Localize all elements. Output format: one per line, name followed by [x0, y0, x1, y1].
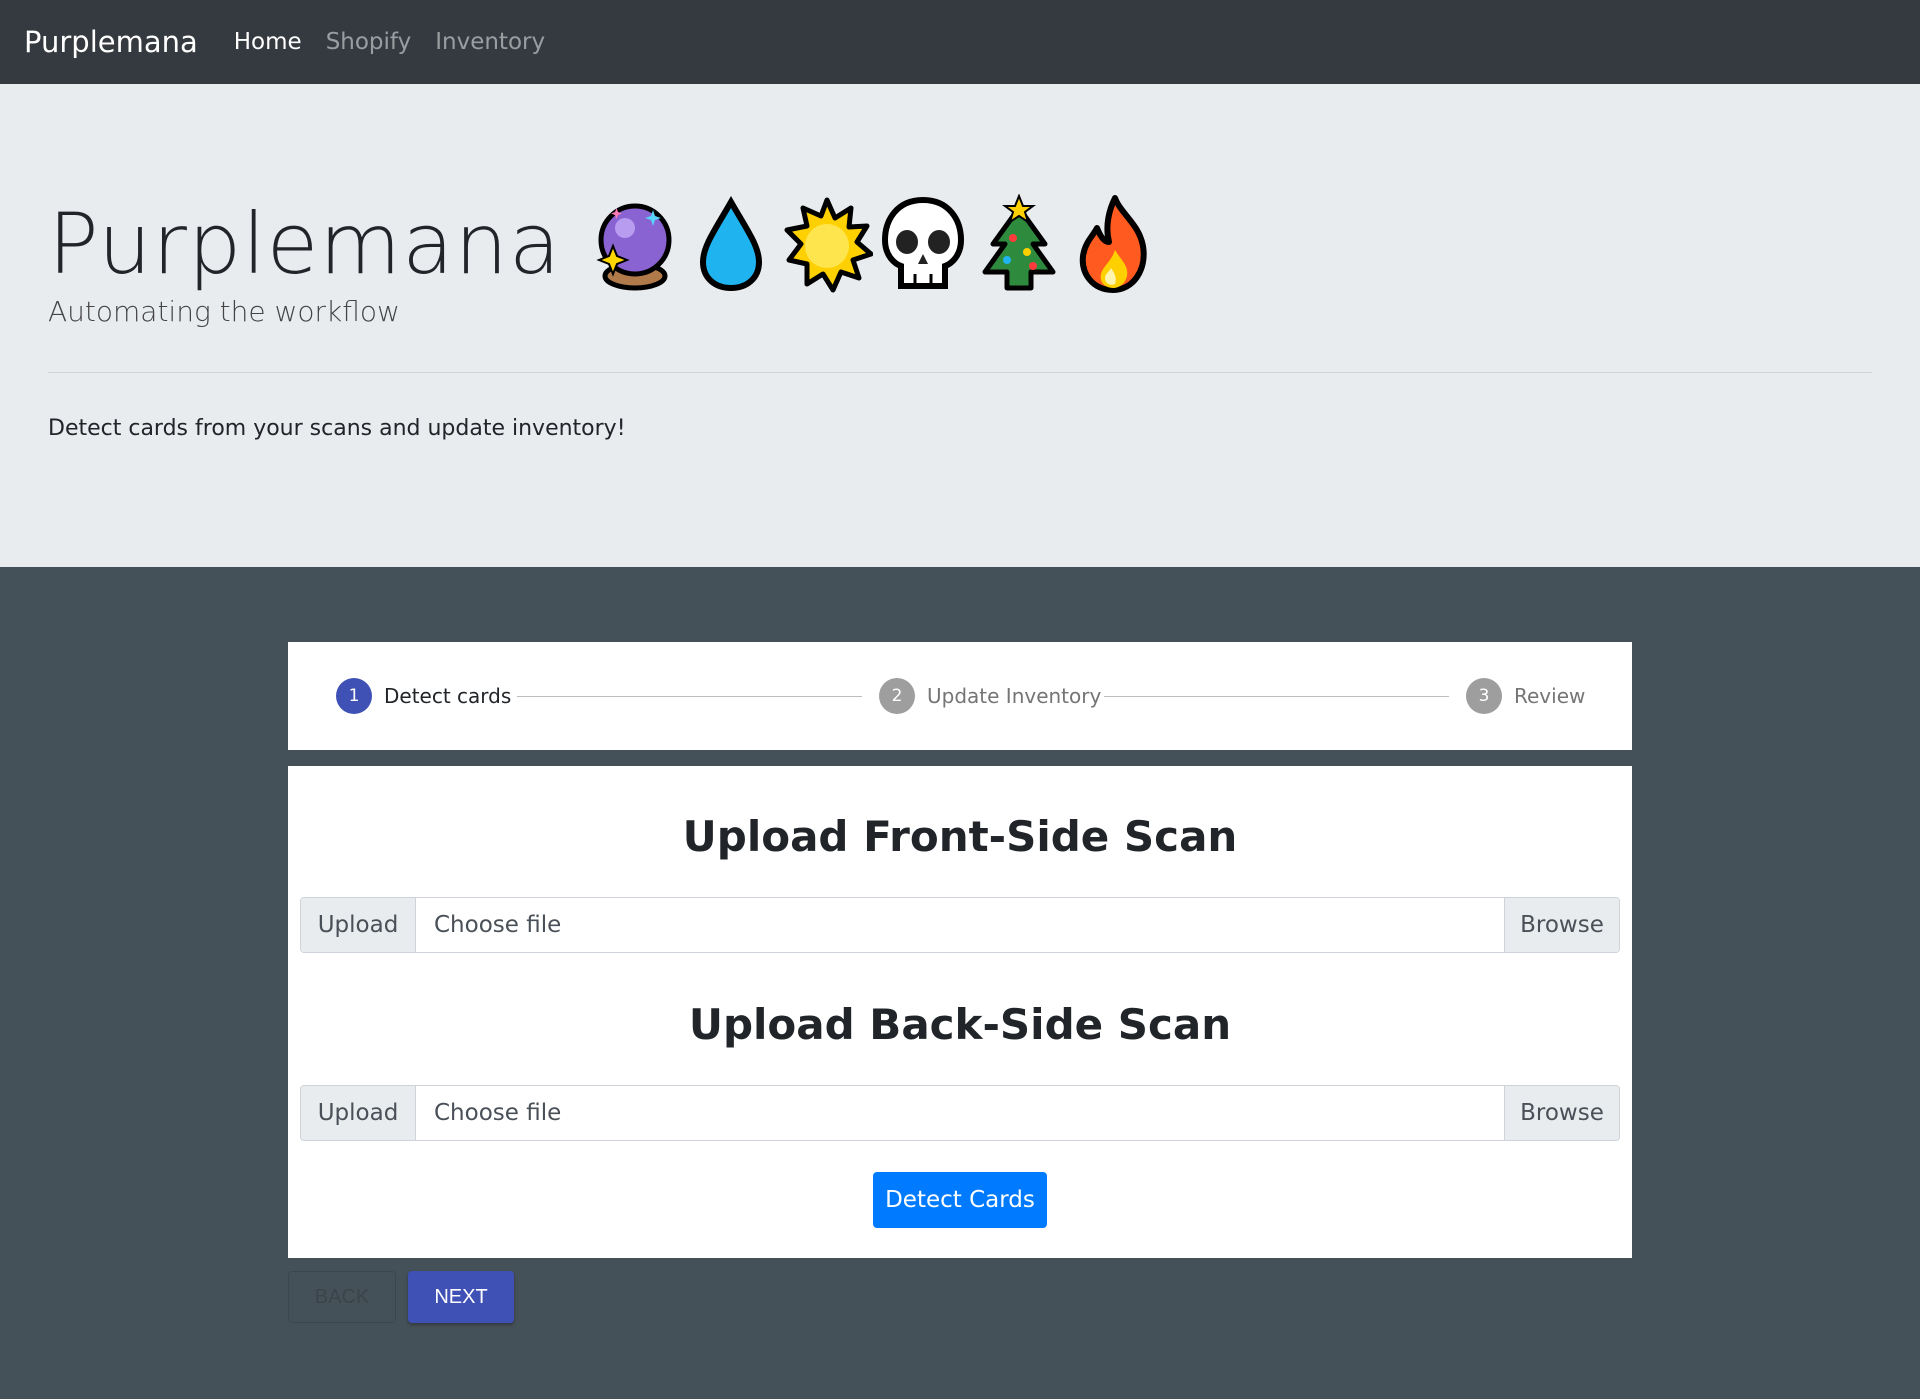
file-name-field[interactable]: Choose file	[416, 1086, 1504, 1140]
navbar: Purplemana Home Shopify Inventory	[0, 0, 1920, 84]
step-label: Detect cards	[384, 684, 512, 708]
stepper: 1 Detect cards 2 Update Inventory 3 Revi…	[288, 642, 1632, 750]
detect-cards-button[interactable]: Detect Cards	[873, 1172, 1047, 1228]
skull-icon	[882, 196, 965, 289]
next-button[interactable]: NEXT	[408, 1271, 514, 1323]
step-label: Review	[1514, 684, 1586, 708]
step-connector	[1104, 696, 1449, 697]
crystal-ball-icon	[596, 203, 672, 291]
upload-label: Upload	[301, 1086, 416, 1140]
step-review[interactable]: 3 Review	[1466, 678, 1585, 714]
nav-link-inventory[interactable]: Inventory	[435, 29, 545, 55]
christmas-tree-icon	[982, 194, 1056, 291]
navbar-brand[interactable]: Purplemana	[24, 25, 198, 59]
step-number: 1	[336, 678, 372, 714]
back-scan-file-input[interactable]: Upload Choose file Browse	[300, 1085, 1620, 1141]
jumbotron: Purplemana Automating the workflow Detec…	[0, 84, 1920, 567]
jumbotron-divider	[48, 372, 1872, 373]
front-scan-file-input[interactable]: Upload Choose file Browse	[300, 897, 1620, 953]
page-title: Purplemana	[48, 195, 562, 293]
browse-button[interactable]: Browse	[1504, 1086, 1619, 1140]
file-name-field[interactable]: Choose file	[416, 898, 1504, 952]
browse-button[interactable]: Browse	[1504, 898, 1619, 952]
fire-icon	[1080, 195, 1147, 293]
upload-label: Upload	[301, 898, 416, 952]
jumbotron-description: Detect cards from your scans and update …	[48, 416, 626, 441]
step-update-inventory[interactable]: 2 Update Inventory	[879, 678, 1101, 714]
step-number: 3	[1466, 678, 1502, 714]
back-button[interactable]: BACK	[288, 1271, 396, 1323]
step-detect-cards[interactable]: 1 Detect cards	[336, 678, 511, 714]
jumbotron-lead: Automating the workflow	[48, 295, 400, 328]
front-scan-title: Upload Front-Side Scan	[682, 812, 1238, 861]
step-number: 2	[879, 678, 915, 714]
water-drop-icon	[700, 195, 763, 292]
sun-icon	[784, 197, 874, 293]
nav-link-home[interactable]: Home	[234, 29, 302, 55]
step-connector	[517, 696, 862, 697]
jumbotron-title-row: Purplemana	[48, 184, 1165, 304]
back-scan-title: Upload Back-Side Scan	[688, 1000, 1232, 1049]
nav-link-shopify[interactable]: Shopify	[326, 29, 412, 55]
upload-card: Upload Front-Side Scan Upload Choose fil…	[288, 766, 1632, 1258]
step-label: Update Inventory	[927, 684, 1102, 708]
